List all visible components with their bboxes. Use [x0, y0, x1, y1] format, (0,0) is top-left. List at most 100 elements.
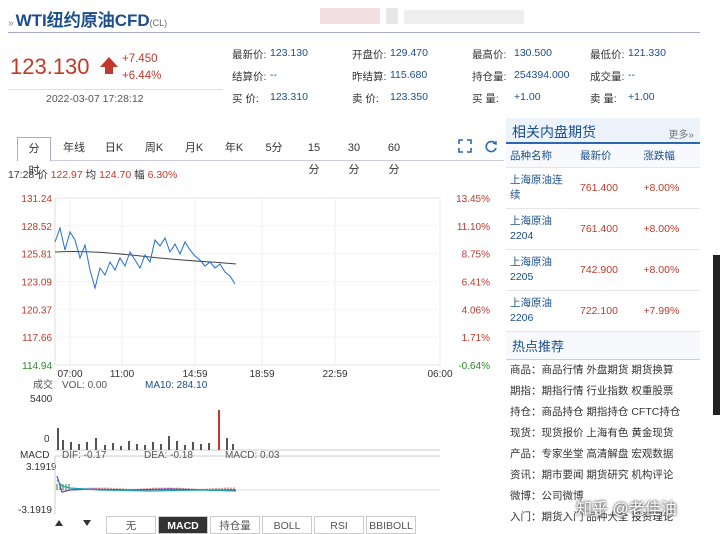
scroll-down-icon[interactable]: [82, 518, 92, 531]
pct-axis-label: 4.06%: [462, 305, 490, 316]
volume-bar: [218, 410, 220, 450]
futures-name[interactable]: 上海原油连续: [506, 167, 576, 209]
stat-label: 卖 价:: [352, 93, 379, 105]
stat-label: 最高价:: [472, 49, 507, 61]
refresh-icon[interactable]: [484, 139, 498, 156]
hot-links[interactable]: 期市要闻 期货研究 机构评论: [542, 469, 674, 481]
y-axis-label: 125.81: [21, 250, 52, 261]
hot-row: 持仓：商品持仓 期指持仓 CFTC持仓: [506, 402, 700, 423]
hot-row: 期指：期指行情 行业指数 权重股票: [506, 381, 700, 402]
indicator-button-1[interactable]: MACD: [158, 516, 208, 534]
pct-axis-label: 1.71%: [462, 333, 490, 344]
period-tabs: 分时 年线 日K 周K 月K 年K 5分 15分 30分 60分: [17, 137, 504, 177]
hot-category: 期指：: [510, 385, 542, 397]
stat-value: 123.310: [270, 91, 308, 103]
y-axis-label: 117.66: [22, 333, 52, 344]
volume-bar: [128, 441, 130, 450]
stat-label: 买 价:: [232, 93, 259, 105]
stat-value: 121.330: [628, 47, 666, 59]
stat-label: 买 量:: [472, 93, 499, 105]
indicator-button-5[interactable]: BBIBOLL: [366, 516, 416, 534]
hot-links[interactable]: 专家坐堂 高清解盘 宏观数据: [542, 448, 674, 460]
scroll-up-icon[interactable]: [54, 518, 64, 531]
stat-label: 成交量:: [590, 71, 625, 83]
hot-category: 现货：: [510, 427, 542, 439]
futures-pct: +8.00%: [639, 249, 700, 291]
volume-bar: [57, 428, 59, 450]
tab-3[interactable]: 周K: [137, 137, 171, 159]
tab-1[interactable]: 年线: [57, 137, 91, 159]
x-axis-label: 07:00: [57, 369, 82, 380]
tab-7[interactable]: 15分: [297, 137, 331, 176]
volume-bar: [112, 443, 114, 450]
futures-row[interactable]: 上海原油2204 761.400 +8.00%: [506, 208, 700, 250]
hot-row: 产品：专家坐堂 高清解盘 宏观数据: [506, 444, 700, 465]
hot-links[interactable]: 期指行情 行业指数 权重股票: [542, 385, 674, 397]
tab-6[interactable]: 5分: [257, 137, 291, 159]
volume-max: 5400: [30, 394, 53, 405]
col-price: 最新价: [576, 144, 640, 168]
futures-price: 742.900: [576, 249, 640, 291]
futures-row[interactable]: 上海原油2205 742.900 +8.00%: [506, 249, 700, 291]
fullscreen-icon[interactable]: [458, 139, 472, 156]
related-futures-header: 相关内盘期货 更多»: [506, 118, 700, 144]
macd-top: 3.1919: [26, 462, 57, 473]
volume-bar: [120, 446, 122, 450]
hot-links[interactable]: 商品持仓 期指持仓 CFTC持仓: [542, 406, 681, 418]
stat-value: 129.470: [390, 47, 428, 59]
volume-vol: VOL: 0.00: [62, 380, 107, 391]
stat-value: 115.680: [390, 69, 428, 81]
intraday-chart[interactable]: 131.24 13.45% 128.52 11.10% 125.81 8.75% 123.0…: [0, 180, 505, 516]
stat-value: 254394.000: [514, 69, 570, 81]
col-name: 品种名称: [506, 144, 576, 168]
hot-category: 入门：: [510, 511, 542, 523]
stat-value: +1.00: [514, 91, 541, 103]
tab-9[interactable]: 60分: [377, 137, 411, 176]
tab-2[interactable]: 日K: [97, 137, 131, 159]
tab-0[interactable]: 分时: [17, 137, 51, 177]
indicator-button-3[interactable]: BOLL: [262, 516, 312, 534]
hot-links[interactable]: 商品行情 外盘期货 期货换算: [542, 364, 674, 376]
stat-value: --: [628, 69, 635, 81]
pct-axis-label: 11.10%: [457, 222, 490, 233]
macd-label: MACD: [20, 450, 49, 461]
pct-axis-label: -0.64%: [458, 361, 490, 372]
x-axis-label: 18:59: [249, 369, 274, 380]
futures-price: 761.400: [576, 208, 640, 250]
futures-name[interactable]: 上海原油2204: [506, 208, 576, 250]
volume-bar: [192, 442, 194, 450]
stat-value: 123.350: [390, 91, 428, 103]
hot-category: 产品：: [510, 448, 542, 460]
futures-row[interactable]: 上海原油连续 761.400 +8.00%: [506, 167, 700, 209]
macd-bottom: -3.1919: [18, 505, 52, 516]
stats-grid: 最新价: 123.130 开盘价: 129.470 最高价: 130.500 最低价: 121…: [0, 0, 720, 110]
stat-label: 最低价:: [590, 49, 625, 61]
x-axis-label: 11:00: [110, 369, 135, 380]
hot-row: 资讯：期市要闻 期货研究 机构评论: [506, 465, 700, 486]
futures-price: 722.100: [576, 290, 640, 332]
futures-name[interactable]: 上海原油2206: [506, 290, 576, 332]
indicator-button-0[interactable]: 无: [106, 516, 156, 534]
tab-4[interactable]: 月K: [177, 137, 211, 159]
stat-label: 开盘价:: [352, 49, 387, 61]
indicator-button-4[interactable]: RSI: [314, 516, 364, 534]
y-axis-label: 120.37: [21, 305, 52, 316]
more-link[interactable]: 更多»: [668, 126, 694, 141]
y-axis-label: 114.94: [22, 361, 52, 372]
related-futures-panel: 相关内盘期货 更多» 品种名称 最新价 涨跌幅 上海原油连续 761.400 +8.…: [506, 118, 700, 528]
futures-row[interactable]: 上海原油2206 722.100 +7.99%: [506, 290, 700, 332]
tab-8[interactable]: 30分: [337, 137, 371, 176]
futures-name[interactable]: 上海原油2205: [506, 249, 576, 291]
volume-bar: [95, 438, 97, 450]
indicator-button-2[interactable]: 持仓量: [210, 516, 260, 534]
tab-5[interactable]: 年K: [217, 137, 251, 159]
volume-bar: [200, 444, 202, 450]
x-axis-label: 06:00: [427, 369, 452, 380]
pct-axis-label: 6.41%: [462, 278, 490, 289]
y-axis-label: 123.09: [21, 278, 52, 289]
related-futures-table: 品种名称 最新价 涨跌幅 上海原油连续 761.400 +8.00% 上海原油2204…: [506, 144, 700, 332]
volume-bar: [86, 442, 88, 450]
futures-pct: +7.99%: [639, 290, 700, 332]
x-axis-label: 22:59: [322, 369, 347, 380]
hot-links[interactable]: 现货报价 上海有色 黄金现货: [542, 427, 674, 439]
